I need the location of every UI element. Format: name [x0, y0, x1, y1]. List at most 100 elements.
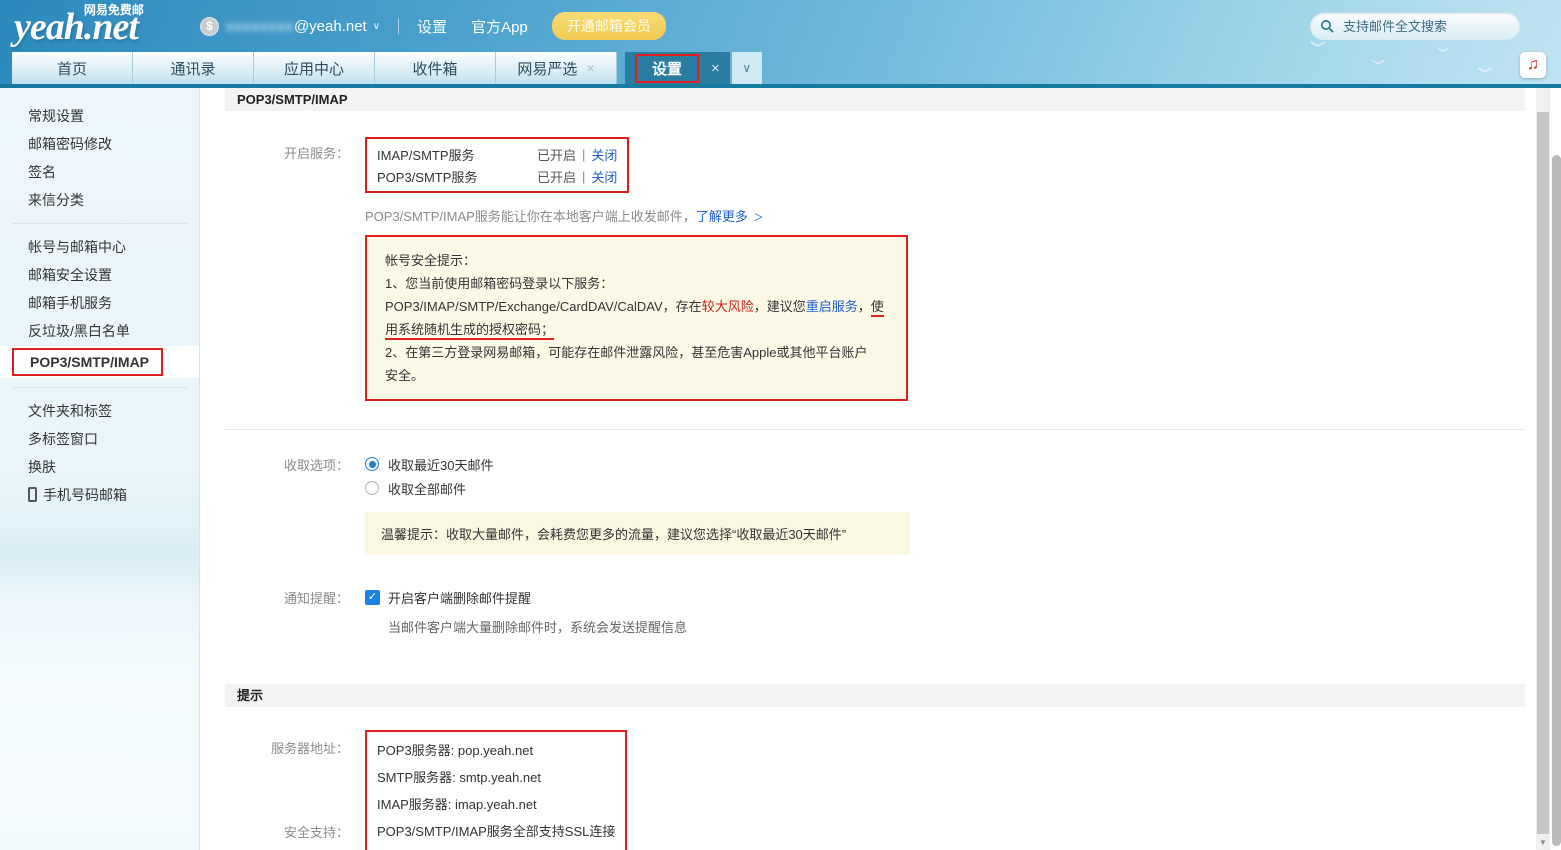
tab-settings[interactable]: 设置 ×: [625, 52, 730, 84]
header-divider: [398, 18, 399, 34]
logo-subtitle: 网易免费邮: [84, 1, 144, 18]
scrollbar-thumb[interactable]: [1537, 112, 1549, 834]
official-app-link[interactable]: 官方App: [471, 16, 528, 37]
close-service-link[interactable]: 关闭: [591, 145, 617, 164]
service-description-text: POP3/SMTP/IMAP服务能让你在本地客户端上收发邮件，: [365, 209, 696, 224]
search-input[interactable]: [1341, 18, 1510, 35]
sidebar-divider: [12, 387, 187, 388]
annotation-box-security-tip: 帐号安全提示： 1、您当前使用邮箱密码登录以下服务：POP3/IMAP/SMTP…: [365, 235, 908, 401]
tab-home[interactable]: 首页: [12, 52, 133, 84]
settings-sidebar: 常规设置邮箱密码修改签名来信分类帐号与邮箱中心邮箱安全设置邮箱手机服务反垃圾/黑…: [0, 88, 200, 850]
tab-yanxuan[interactable]: 网易严选 ×: [496, 52, 617, 84]
ssl-support-text: POP3/SMTP/IMAP服务全部支持SSL连接: [377, 818, 615, 845]
sidebar-item-label: 签名: [28, 164, 56, 180]
annotation-box-sidebar-item: POP3/SMTP/IMAP: [12, 348, 163, 376]
server-address: SMTP服务器: smtp.yeah.net: [377, 764, 615, 791]
tab-bar: 首页 通讯录 应用中心 收件箱 网易严选 × 设置 × ∨: [0, 52, 1561, 84]
tab-label-app-center: 应用中心: [284, 58, 344, 79]
sidebar-item-label: 邮箱手机服务: [28, 295, 112, 311]
service-status: 已开启: [537, 167, 576, 186]
sidebar-item-antispam-blacklist[interactable]: 反垃圾/黑白名单: [0, 317, 199, 345]
account-username-blurred: xxxxxxxx: [226, 18, 294, 35]
sidebar-item-label: 常规设置: [28, 108, 84, 124]
account-domain: @yeah.net: [294, 18, 367, 35]
delete-reminder-option[interactable]: ✓ 开启客户端删除邮件提醒: [365, 588, 531, 607]
fetch-option[interactable]: 收取最近30天邮件: [365, 452, 493, 476]
sidebar-item-label: 帐号与邮箱中心: [28, 239, 126, 255]
restart-service-link[interactable]: 重启服务: [806, 299, 858, 314]
sidebar-item-skin[interactable]: 换肤: [0, 453, 199, 481]
overlay-scrollbar-thumb[interactable]: [1552, 155, 1561, 846]
security-line1-sep: ，: [858, 299, 871, 314]
yeahnet-mail-settings-page: yeah.net 网易免费邮 $ xxxxxxxx @yeah.net ∨ 设置…: [0, 0, 1561, 850]
tab-label-home: 首页: [57, 58, 87, 79]
sidebar-item-label: 邮箱安全设置: [28, 267, 112, 283]
learn-more-link[interactable]: 了解更多: [696, 209, 748, 224]
tab-app-center[interactable]: 应用中心: [254, 52, 375, 84]
sidebar-item-incoming-classification[interactable]: 来信分类: [0, 186, 199, 214]
server-labels: 服务器地址： 安全支持：: [225, 730, 349, 850]
header: yeah.net 网易免费邮 $ xxxxxxxx @yeah.net ∨ 设置…: [0, 0, 1561, 52]
arrow-right-icon: ＞: [753, 213, 763, 224]
music-icon[interactable]: ♫: [1520, 52, 1546, 78]
yeahnet-logo[interactable]: yeah.net 网易免费邮: [14, 5, 138, 49]
sidebar-item-label: 反垃圾/黑白名单: [28, 323, 130, 339]
security-tip-title: 帐号安全提示：: [385, 249, 888, 272]
tab-list-dropdown[interactable]: ∨: [732, 52, 762, 84]
search-box: [1310, 13, 1520, 40]
sidebar-item-mobile-number-mail[interactable]: 手机号码邮箱: [0, 481, 199, 509]
server-list: POP3服务器: pop.yeah.netSMTP服务器: smtp.yeah.…: [377, 737, 615, 818]
notify-row: 通知提醒： ✓ 开启客户端删除邮件提醒: [225, 588, 1525, 607]
tab-close-icon[interactable]: ×: [711, 60, 720, 77]
top-banner: yeah.net 网易免费邮 $ xxxxxxxx @yeah.net ∨ 设置…: [0, 0, 1561, 88]
security-tip-line2: 2、在第三方登录网易邮箱，可能存在邮件泄露风险，甚至危害Apple或其他平台账户: [385, 341, 888, 364]
sidebar-item-multi-tab[interactable]: 多标签窗口: [0, 425, 199, 453]
radio-selected-icon[interactable]: [365, 457, 379, 471]
bird-decoration: [1437, 47, 1448, 53]
sidebar-item-account-center[interactable]: 帐号与邮箱中心: [0, 233, 199, 261]
fetch-option-label: 收取最近30天邮件: [388, 455, 493, 474]
security-tip-line1: 1、您当前使用邮箱密码登录以下服务：POP3/IMAP/SMTP/Exchang…: [385, 272, 888, 341]
server-address-row: 服务器地址： 安全支持： POP3服务器: pop.yeah.netSMTP服务…: [225, 730, 1525, 850]
chevron-down-icon: ∨: [373, 21, 380, 32]
annotation-box-settings-tab: 设置: [635, 54, 699, 83]
bird-decoration: [1478, 66, 1492, 73]
fetch-options-group: 收取最近30天邮件收取全部邮件: [365, 452, 493, 500]
account-badge-icon: $: [200, 17, 219, 36]
close-service-link[interactable]: 关闭: [591, 167, 617, 186]
security-line1-mid: ，建议您: [754, 299, 806, 314]
tab-close-icon[interactable]: ×: [586, 60, 594, 76]
server-address: POP3服务器: pop.yeah.net: [377, 737, 615, 764]
scrollbar-down-arrow[interactable]: ▼: [1536, 836, 1550, 849]
browser-scrollbar[interactable]: ▼: [1536, 88, 1550, 850]
service-name: IMAP/SMTP服务: [377, 145, 537, 164]
annotation-box-servers: POP3服务器: pop.yeah.netSMTP服务器: smtp.yeah.…: [365, 730, 627, 850]
sidebar-item-password-change[interactable]: 邮箱密码修改: [0, 130, 199, 158]
vip-upgrade-button[interactable]: 开通邮箱会员: [552, 12, 666, 40]
sidebar-item-mail-security[interactable]: 邮箱安全设置: [0, 261, 199, 289]
sidebar-item-folders-tags[interactable]: 文件夹和标签: [0, 397, 199, 425]
server-address-label: 服务器地址：: [225, 738, 349, 757]
tab-label-yanxuan: 网易严选: [517, 58, 577, 79]
account-menu[interactable]: $ xxxxxxxx @yeah.net ∨: [200, 17, 380, 36]
bird-decoration: [1310, 40, 1326, 48]
radio-unselected-icon[interactable]: [365, 481, 379, 495]
fetch-option-label: 收取全部邮件: [388, 479, 466, 498]
tab-label-inbox: 收件箱: [412, 58, 457, 79]
delete-reminder-label: 开启客户端删除邮件提醒: [388, 588, 531, 607]
body: 常规设置邮箱密码修改签名来信分类帐号与邮箱中心邮箱安全设置邮箱手机服务反垃圾/黑…: [0, 88, 1561, 850]
sidebar-item-signature[interactable]: 签名: [0, 158, 199, 186]
section-title-pop3-smtp-imap: POP3/SMTP/IMAP: [225, 88, 1525, 111]
sidebar-item-mobile-service[interactable]: 邮箱手机服务: [0, 289, 199, 317]
tab-inbox[interactable]: 收件箱: [375, 52, 496, 84]
checkbox-checked-icon[interactable]: ✓: [365, 590, 380, 605]
fetch-options-label: 收取选项：: [225, 452, 349, 500]
fetch-option[interactable]: 收取全部邮件: [365, 476, 493, 500]
sidebar-item-pop3-smtp-imap[interactable]: POP3/SMTP/IMAP: [0, 346, 199, 378]
fetch-tip-box: 温馨提示：收取大量邮件，会耗费您更多的流量，建议您选择“收取最近30天邮件”: [365, 512, 910, 555]
sidebar-item-general-settings[interactable]: 常规设置: [0, 102, 199, 130]
tab-contacts[interactable]: 通讯录: [133, 52, 254, 84]
sidebar-divider: [12, 223, 187, 224]
settings-link[interactable]: 设置: [417, 16, 447, 37]
open-service-row: 开启服务： IMAP/SMTP服务已开启|关闭POP3/SMTP服务已开启|关闭: [225, 137, 1525, 193]
